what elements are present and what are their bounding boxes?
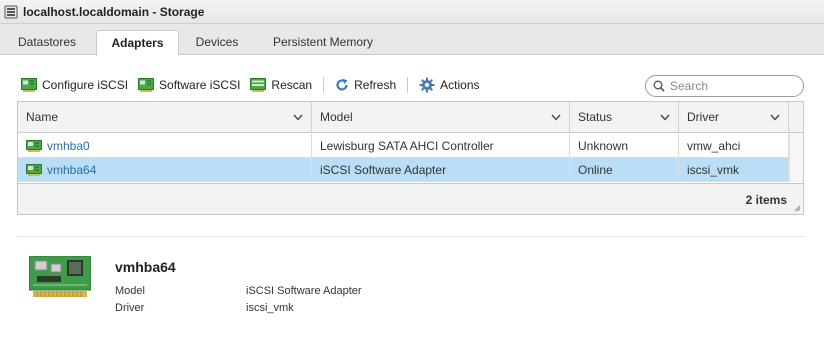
column-label: Model xyxy=(320,110,353,124)
resize-grip-icon[interactable] xyxy=(794,205,801,212)
detail-title: vmhba64 xyxy=(115,259,176,275)
detail-key: Driver xyxy=(115,302,145,314)
chevron-down-icon[interactable] xyxy=(660,114,670,121)
cell-model: Lewisburg SATA AHCI Controller xyxy=(312,134,570,158)
grid-scrollbar[interactable] xyxy=(789,133,803,182)
window-titlebar: localhost.localdomain - Storage xyxy=(0,0,824,24)
tab-persistent-memory[interactable]: Persistent Memory xyxy=(262,30,384,55)
rescan-button[interactable]: Rescan xyxy=(245,73,317,97)
column-label: Status xyxy=(578,110,613,124)
configure-iscsi-label: Configure iSCSI xyxy=(42,78,129,92)
adapter-name[interactable]: vmhba0 xyxy=(47,134,90,158)
window-title: localhost.localdomain - Storage xyxy=(23,4,205,19)
tab-devices[interactable]: Devices xyxy=(184,30,250,55)
search-input[interactable] xyxy=(670,79,800,93)
cell-name[interactable]: vmhba0 xyxy=(18,134,312,158)
column-label: Driver xyxy=(687,110,719,124)
toolbar-separator xyxy=(407,77,409,93)
grid-footer: 2 items xyxy=(18,183,803,214)
rescan-label: Rescan xyxy=(271,78,313,92)
column-header-name[interactable]: Name xyxy=(18,102,312,133)
rescan-icon xyxy=(250,78,267,92)
detail-value: iSCSI Software Adapter xyxy=(246,285,362,297)
cell-model: iSCSI Software Adapter xyxy=(312,158,570,182)
software-iscsi-button[interactable]: Software iSCSI xyxy=(133,73,245,97)
detail-row-model: Model iSCSI Software Adapter xyxy=(115,285,362,297)
adapter-name[interactable]: vmhba64 xyxy=(47,158,96,182)
actions-button[interactable]: Actions xyxy=(414,73,484,97)
column-header-driver[interactable]: Driver xyxy=(679,102,789,133)
cell-driver: vmw_ahci xyxy=(679,134,789,158)
toolbar-separator xyxy=(323,77,325,93)
column-header-model[interactable]: Model xyxy=(312,102,570,133)
column-header-status[interactable]: Status xyxy=(570,102,679,133)
refresh-button[interactable]: Refresh xyxy=(330,73,401,97)
adapters-grid: Name Model Status Driver vmhba0 Lewisbur… xyxy=(17,101,804,215)
cell-name[interactable]: vmhba64 xyxy=(18,158,312,182)
adapter-icon xyxy=(26,164,42,176)
chevron-down-icon[interactable] xyxy=(770,114,780,121)
grid-header: Name Model Status Driver xyxy=(18,102,803,133)
detail-key: Model xyxy=(115,285,145,297)
search-icon xyxy=(653,80,665,92)
detail-value: iscsi_vmk xyxy=(246,302,294,314)
refresh-icon xyxy=(336,78,348,91)
tab-strip: Datastores Adapters Devices Persistent M… xyxy=(0,24,824,56)
detail-row-driver: Driver iscsi_vmk xyxy=(115,302,294,314)
cell-status: Online xyxy=(570,158,679,182)
toolbar: Configure iSCSI Software iSCSI Rescan Re… xyxy=(18,73,485,97)
cell-status: Unknown xyxy=(570,134,679,158)
column-label: Name xyxy=(26,110,59,124)
software-iscsi-label: Software iSCSI xyxy=(159,78,241,92)
table-row-selected[interactable]: vmhba64 iSCSI Software Adapter Online is… xyxy=(18,158,789,182)
chevron-down-icon[interactable] xyxy=(293,114,303,121)
table-row[interactable]: vmhba0 Lewisburg SATA AHCI Controller Un… xyxy=(18,134,789,158)
section-divider xyxy=(17,236,804,237)
item-count: 2 items xyxy=(745,193,787,207)
adapter-icon xyxy=(26,140,42,152)
adapter-icon xyxy=(138,78,155,92)
configure-iscsi-button[interactable]: Configure iSCSI xyxy=(18,73,133,97)
tab-adapters[interactable]: Adapters xyxy=(96,30,179,56)
storage-icon xyxy=(4,5,18,19)
cell-driver: iscsi_vmk xyxy=(679,158,789,182)
refresh-label: Refresh xyxy=(354,78,397,92)
search-box[interactable] xyxy=(645,75,804,97)
chevron-down-icon[interactable] xyxy=(551,114,561,121)
gear-icon xyxy=(419,77,435,93)
tab-datastores[interactable]: Datastores xyxy=(7,30,87,55)
adapter-icon xyxy=(21,78,37,92)
actions-label: Actions xyxy=(440,78,480,92)
adapter-card-icon xyxy=(28,255,92,298)
